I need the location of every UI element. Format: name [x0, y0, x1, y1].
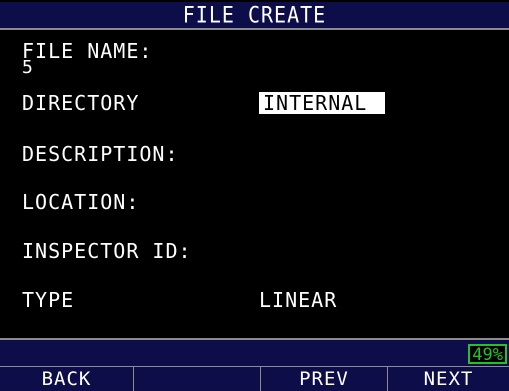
description-label: DESCRIPTION:	[22, 142, 179, 166]
prev-softkey[interactable]: PREV	[261, 367, 388, 391]
device-screen: FILE CREATE FILE NAME: 5 DIRECTORY INTER…	[0, 0, 509, 391]
inspector-id-label: INSPECTOR ID:	[22, 239, 192, 263]
file-name-field[interactable]: 5	[22, 59, 33, 77]
directory-field[interactable]: INTERNAL	[259, 92, 385, 114]
directory-label: DIRECTORY	[22, 91, 140, 115]
title-bar: FILE CREATE	[0, 2, 509, 30]
softkey-2[interactable]	[134, 367, 261, 391]
next-softkey[interactable]: NEXT	[388, 367, 509, 391]
screen-title: FILE CREATE	[182, 1, 327, 29]
softkey-bar: BACK PREV NEXT	[0, 366, 509, 391]
type-field[interactable]: LINEAR	[259, 290, 337, 310]
status-bar: 49%	[0, 338, 509, 366]
back-softkey[interactable]: BACK	[0, 367, 134, 391]
type-label: TYPE	[22, 288, 75, 312]
battery-indicator: 49%	[468, 344, 507, 364]
file-name-label: FILE NAME:	[22, 39, 153, 63]
location-label: LOCATION:	[22, 190, 140, 214]
